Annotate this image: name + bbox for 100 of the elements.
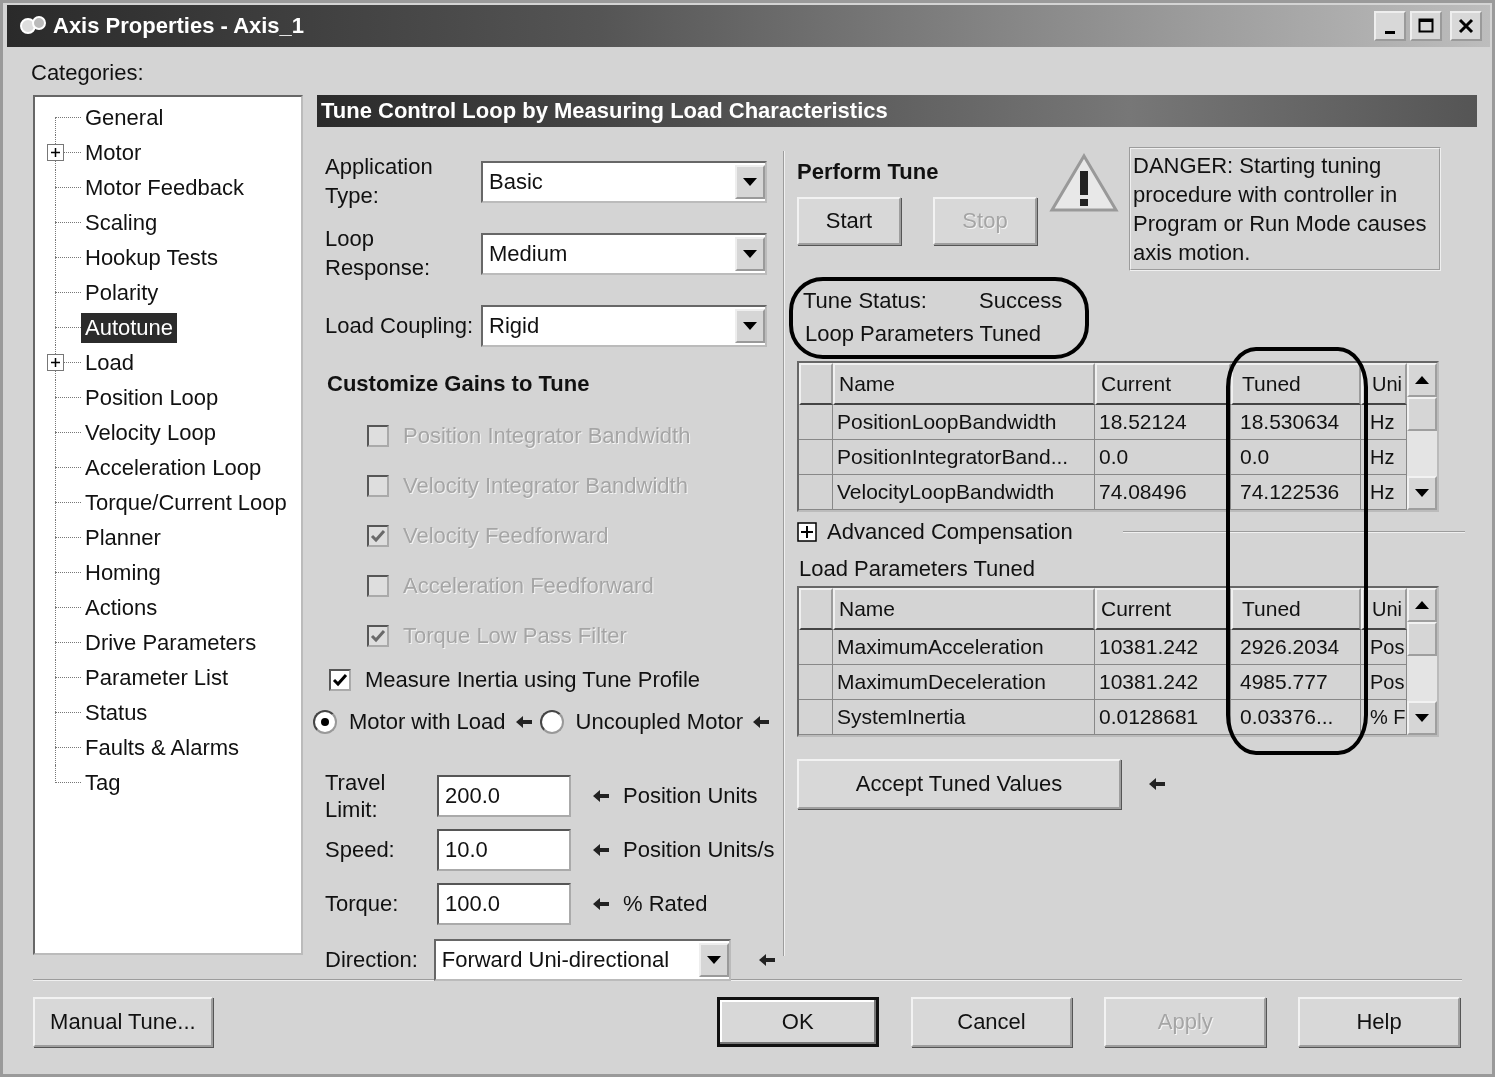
scrollbar[interactable] — [1407, 588, 1437, 735]
column-header[interactable]: Current — [1095, 588, 1231, 630]
caret-icon — [707, 956, 721, 964]
column-header[interactable]: Current — [1095, 363, 1231, 405]
up-arrow-icon — [1415, 376, 1429, 384]
table-cell: 0.0 — [1095, 440, 1231, 475]
window-title: Axis Properties - Axis_1 — [53, 13, 305, 39]
table-cell: PositionIntegratorBand... — [833, 440, 1095, 475]
warning-message: DANGER: Starting tuning procedure with controller in Program or Run Mode causes axis motion. — [1129, 147, 1441, 271]
table-cell: 0.0 — [1231, 440, 1361, 475]
field-label: Load Coupling: — [325, 311, 473, 340]
dialog-button[interactable]: Manual Tune... — [33, 997, 213, 1047]
expander-label[interactable]: Advanced Compensation — [827, 519, 1073, 545]
close-icon — [1458, 18, 1474, 34]
caret-icon — [743, 250, 757, 258]
categories-label: Categories: — [31, 59, 145, 87]
column-header[interactable]: Name — [833, 588, 1095, 630]
table-cell: 18.530634 — [1231, 405, 1361, 440]
field-label: Loop Response: — [325, 225, 432, 282]
column-header[interactable]: Name — [833, 363, 1095, 405]
column-header[interactable]: Tuned — [1231, 363, 1361, 405]
field-label: Speed: — [325, 836, 396, 864]
scroll-down-button[interactable] — [1407, 476, 1437, 510]
accept-button[interactable]: Accept Tuned Values — [797, 759, 1121, 809]
expand-icon[interactable] — [797, 522, 817, 542]
table-cell: PositionLoopBandwidth — [833, 405, 1095, 440]
scroll-up-button[interactable] — [1407, 363, 1437, 397]
field-label: Travel Limit: — [325, 768, 387, 824]
radio-label: Uncoupled Motor — [575, 709, 744, 735]
caret-icon — [743, 178, 757, 186]
up-arrow-icon — [1415, 601, 1429, 609]
status-label: Tune Status: — [803, 288, 928, 314]
section-title: Customize Gains to Tune — [327, 371, 591, 397]
panel-header: Tune Control Loop by Measuring Load Characteristics — [317, 95, 1477, 127]
dialog-button[interactable]: Help — [1298, 997, 1460, 1047]
column-header[interactable]: Uni — [1361, 588, 1407, 630]
radio-button[interactable] — [539, 710, 564, 734]
section-title: Perform Tune — [797, 159, 940, 185]
check-icon — [369, 627, 387, 645]
table-cell: SystemInertia — [833, 700, 1095, 735]
dialog-button[interactable]: Cancel — [910, 997, 1073, 1047]
table-cell: VelocityLoopBandwidth — [833, 475, 1095, 510]
scrollbar-thumb[interactable] — [1407, 397, 1437, 431]
input-field[interactable]: 10.0 — [437, 829, 571, 871]
status-value: Success — [979, 288, 1063, 314]
input-field[interactable]: 200.0 — [437, 775, 571, 817]
unit-label: Position Units — [623, 783, 758, 809]
section-title: Load Parameters Tuned — [798, 555, 1037, 583]
table-cell: MaximumDeceleration — [833, 665, 1095, 700]
check-icon — [331, 671, 349, 689]
expand-icon[interactable] — [47, 144, 64, 161]
table-cell: 4985.777 — [1231, 665, 1361, 700]
arrow-icon — [593, 844, 609, 856]
caret-icon — [743, 322, 757, 330]
minimize-icon — [1385, 30, 1395, 34]
table-cell: 74.122536 — [1231, 475, 1361, 510]
field-label: Torque: — [325, 890, 400, 918]
dropdown[interactable]: Basic — [481, 161, 767, 203]
radio-button[interactable] — [313, 710, 337, 734]
scrollbar-thumb[interactable] — [1407, 622, 1437, 656]
check-icon — [369, 527, 387, 545]
arrow-icon — [515, 716, 532, 728]
scroll-up-button[interactable] — [1407, 588, 1437, 622]
down-arrow-icon — [1415, 714, 1429, 722]
tree-item[interactable]: Autotune — [81, 312, 178, 343]
table-cell: 0.0128681 — [1095, 700, 1231, 735]
arrow-icon — [759, 954, 775, 966]
warning-icon — [1049, 153, 1119, 213]
dropdown[interactable]: Forward Uni-directional — [433, 939, 731, 981]
dropdown[interactable]: Rigid — [481, 305, 767, 347]
table-cell: 74.08496 — [1095, 475, 1231, 510]
arrow-icon — [753, 716, 770, 728]
table-cell: 18.52124 — [1095, 405, 1231, 440]
scrollbar[interactable] — [1407, 363, 1437, 510]
section-title: Loop Parameters Tuned — [804, 320, 1043, 348]
column-header[interactable]: Tuned — [1231, 588, 1361, 630]
close-button[interactable] — [1450, 11, 1482, 41]
arrow-icon — [1149, 778, 1165, 790]
table-cell: 2926.2034 — [1231, 630, 1361, 665]
table-cell: MaximumAcceleration — [833, 630, 1095, 665]
dropdown[interactable]: Medium — [481, 233, 767, 275]
arrow-icon — [593, 898, 609, 910]
field-label: Direction: — [325, 946, 419, 974]
tune-button[interactable]: Start — [797, 197, 901, 245]
scroll-down-button[interactable] — [1407, 701, 1437, 735]
minimize-button[interactable] — [1374, 11, 1406, 41]
table-cell: 0.03376... — [1231, 700, 1361, 735]
unit-label: % Rated — [623, 891, 708, 917]
checkbox[interactable] — [329, 669, 351, 691]
down-arrow-icon — [1415, 489, 1429, 497]
arrow-icon — [593, 790, 609, 802]
field-label: Application Type: — [325, 153, 434, 210]
table-cell: 10381.242 — [1095, 665, 1231, 700]
dialog-button[interactable]: OK — [716, 997, 879, 1047]
expand-icon[interactable] — [47, 354, 64, 371]
radio-label: Motor with Load — [349, 709, 506, 735]
unit-label: Position Units/s — [623, 837, 775, 863]
input-field[interactable]: 100.0 — [437, 883, 571, 925]
maximize-button[interactable] — [1410, 11, 1442, 41]
maximize-icon — [1418, 18, 1434, 34]
